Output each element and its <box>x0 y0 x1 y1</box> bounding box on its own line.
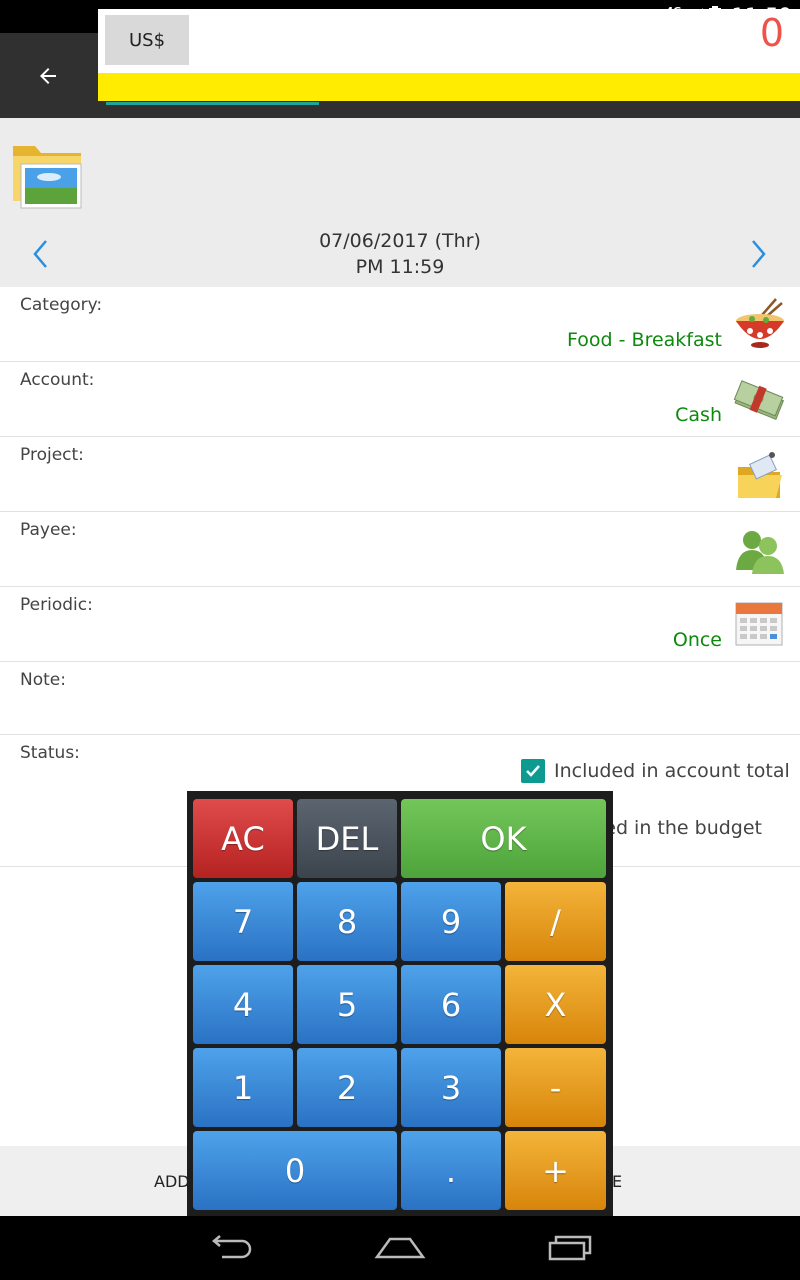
next-day-button[interactable] <box>744 236 774 272</box>
system-nav-bar <box>0 1216 800 1280</box>
amount-box: US$ 0 <box>98 9 800 73</box>
cash-icon[interactable] <box>732 372 788 428</box>
key-5[interactable]: 5 <box>297 965 397 1044</box>
photo-folder-icon[interactable] <box>9 132 93 216</box>
arrow-back-icon <box>40 68 56 84</box>
included-budget-label[interactable]: ed in the budget <box>604 817 762 839</box>
account-row[interactable]: Account: Cash <box>0 362 800 437</box>
home-icon <box>374 1237 426 1259</box>
status-label: Status: <box>20 743 80 763</box>
periodic-value[interactable]: Once <box>673 629 722 651</box>
amount-area <box>0 118 800 220</box>
chevron-right-icon <box>752 240 766 268</box>
payee-row[interactable]: Payee: <box>0 512 800 587</box>
back-button[interactable] <box>25 53 71 99</box>
amount-value[interactable]: 0 <box>760 11 784 55</box>
noodle-bowl-icon[interactable] <box>732 295 788 351</box>
delete-key[interactable]: DEL <box>297 799 397 878</box>
date-label[interactable]: 07/06/2017 (Thr) <box>0 230 800 252</box>
periodic-label: Periodic: <box>20 595 93 615</box>
ok-key[interactable]: OK <box>401 799 606 878</box>
key-3[interactable]: 3 <box>401 1048 501 1127</box>
category-label: Category: <box>20 295 103 315</box>
key-9[interactable]: 9 <box>401 882 501 961</box>
account-value[interactable]: Cash <box>675 404 722 426</box>
recents-icon <box>548 1235 592 1261</box>
clear-all-key[interactable]: AC <box>193 799 293 878</box>
key-2[interactable]: 2 <box>297 1048 397 1127</box>
folder-project-icon[interactable] <box>732 447 788 503</box>
time-label[interactable]: PM 11:59 <box>0 256 800 278</box>
calculator-keypad: AC DEL OK 7 8 9 / 4 5 6 X 1 2 3 - 0 . + <box>187 791 613 1216</box>
note-row[interactable]: Note: <box>0 662 800 735</box>
multiply-key[interactable]: X <box>505 965 606 1044</box>
nav-home-button[interactable] <box>370 1230 430 1266</box>
divide-key[interactable]: / <box>505 882 606 961</box>
add-button[interactable]: ADD <box>154 1172 190 1191</box>
subtract-key[interactable]: - <box>505 1048 606 1127</box>
key-6[interactable]: 6 <box>401 965 501 1044</box>
project-row[interactable]: Project: <box>0 437 800 512</box>
project-label: Project: <box>20 445 84 465</box>
back-icon <box>212 1235 252 1259</box>
nav-recents-button[interactable] <box>540 1230 600 1266</box>
save-button[interactable]: E <box>612 1172 622 1191</box>
currency-button[interactable]: US$ <box>105 15 189 65</box>
people-icon[interactable] <box>732 524 788 580</box>
key-0[interactable]: 0 <box>193 1131 397 1210</box>
included-total-checkbox[interactable] <box>521 759 545 783</box>
account-label: Account: <box>20 370 95 390</box>
calendar-icon[interactable] <box>732 595 788 651</box>
decimal-key[interactable]: . <box>401 1131 501 1210</box>
key-1[interactable]: 1 <box>193 1048 293 1127</box>
category-row[interactable]: Category: Food - Breakfast <box>0 287 800 362</box>
date-row: 07/06/2017 (Thr) PM 11:59 <box>0 220 800 287</box>
included-total-label[interactable]: Included in account total <box>554 760 790 782</box>
key-7[interactable]: 7 <box>193 882 293 961</box>
amount-highlight-bar <box>98 73 800 101</box>
add-key[interactable]: + <box>505 1131 606 1210</box>
checkmark-icon <box>526 765 540 777</box>
key-8[interactable]: 8 <box>297 882 397 961</box>
tab-indicator <box>106 102 319 105</box>
note-label: Note: <box>20 670 66 690</box>
category-value[interactable]: Food - Breakfast <box>567 329 722 351</box>
nav-back-button[interactable] <box>200 1230 260 1266</box>
periodic-row[interactable]: Periodic: Once <box>0 587 800 662</box>
key-4[interactable]: 4 <box>193 965 293 1044</box>
payee-label: Payee: <box>20 520 77 540</box>
